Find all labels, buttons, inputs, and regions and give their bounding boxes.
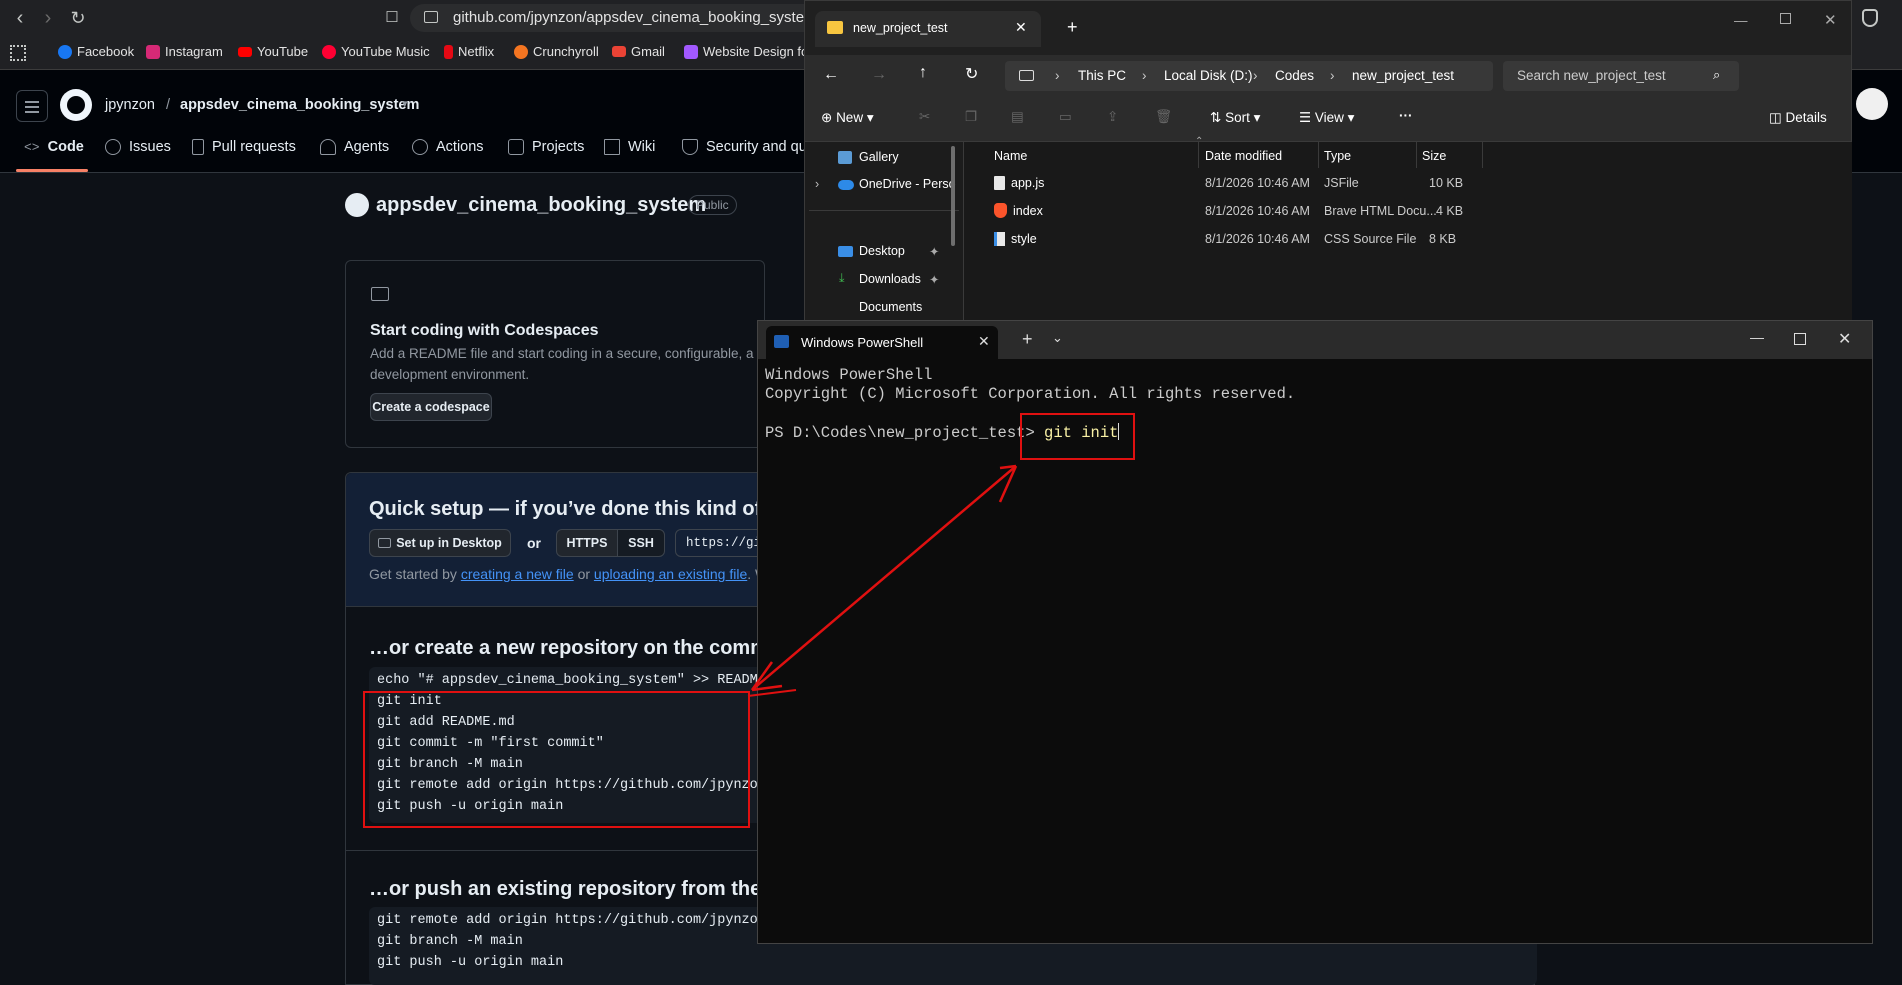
annotation-arrow — [747, 464, 1018, 697]
